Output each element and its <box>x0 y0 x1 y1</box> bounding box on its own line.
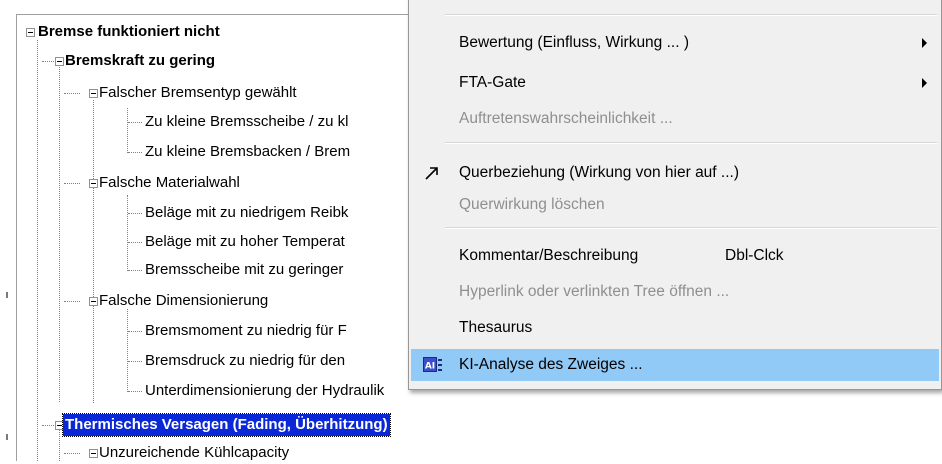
tree-node-label: Falscher Bremsentyp gewählt <box>99 84 297 101</box>
tree-node[interactable]: Bremskraft zu gering <box>63 50 217 72</box>
tree-connector <box>128 122 142 123</box>
tree-node[interactable]: Falscher Bremsentyp gewählt <box>97 82 299 104</box>
tree-connector <box>127 108 128 153</box>
tree-node-label: Bremsscheibe mit zu geringer <box>145 261 344 278</box>
diagonal-arrow-icon <box>425 167 438 180</box>
menu-item-label: Bewertung (Einfluss, Wirkung ... ) <box>459 34 689 51</box>
tree-connector <box>42 425 54 426</box>
tree-connector <box>42 61 54 62</box>
tree-node[interactable]: Bremsmoment zu niedrig für F <box>143 320 349 342</box>
tree-node-label: Bremse funktioniert nicht <box>38 23 220 40</box>
collapse-toggle-icon[interactable] <box>26 28 35 37</box>
menu-item-label: KI-Analyse des Zweiges ... <box>459 356 643 373</box>
tree-connector <box>127 309 128 392</box>
tree-connector <box>128 331 142 332</box>
menu-item-label: Hyperlink oder verlinkten Tree öffnen ..… <box>459 283 730 300</box>
tree-node-label: Bremsdruck zu niedrig für den <box>145 352 346 369</box>
tree-connector <box>64 93 80 94</box>
menu-item-kommentar[interactable]: Kommentar/Beschreibung Dbl-Clck <box>411 240 939 272</box>
tree-connector <box>128 213 142 214</box>
tree-node[interactable]: Zu kleine Bremsscheibe / zu kl <box>143 111 350 133</box>
tree-node-label: Beläge mit zu hoher Temperat <box>145 233 345 250</box>
tree-node[interactable]: Zu kleine Bremsbacken / Brem <box>143 141 352 163</box>
menu-separator <box>445 142 937 144</box>
tree-connector <box>59 430 60 461</box>
menu-item-hyperlink[interactable]: Hyperlink oder verlinkten Tree öffnen ..… <box>411 276 939 308</box>
menu-item-querwirkung-loeschen[interactable]: Querwirkung löschen <box>411 189 939 221</box>
tree-node-root[interactable]: Bremse funktioniert nicht <box>36 21 222 43</box>
tree-connector <box>59 64 60 402</box>
menu-item-shortcut: Dbl-Clck <box>725 247 784 264</box>
tree-node[interactable]: Unterdimensionierung der Hydraulik <box>143 380 386 402</box>
menu-item-auftretenswahrscheinlichkeit[interactable]: Auftretenswahrscheinlichkeit ... <box>411 103 939 135</box>
edge-mark <box>6 434 8 440</box>
menu-item-querbeziehung[interactable]: Querbeziehung (Wirkung von hier auf ...) <box>411 157 939 189</box>
ai-icon-text: AI <box>425 362 435 372</box>
tree-node-label: Beläge mit zu niedrigem Reibk <box>145 204 349 221</box>
tree-node-label: Zu kleine Bremsbacken / Brem <box>145 143 351 160</box>
edge-mark <box>6 292 8 298</box>
tree-node[interactable]: Falsche Materialwahl <box>97 172 242 194</box>
tree-node[interactable]: Bremsscheibe mit zu geringer <box>143 259 345 281</box>
menu-item-fta-gate[interactable]: FTA-Gate <box>411 67 939 99</box>
tree-node[interactable]: Bremsdruck zu niedrig für den <box>143 350 347 372</box>
menu-item-thesaurus[interactable]: Thesaurus <box>411 312 939 344</box>
tree-connector <box>64 453 80 454</box>
tree-connector <box>128 152 142 153</box>
ai-analysis-icon: AI <box>423 357 442 372</box>
tree-connector <box>128 361 142 362</box>
tree-connector <box>128 391 142 392</box>
menu-item-label: Querwirkung löschen <box>459 196 605 213</box>
submenu-arrow-icon <box>922 38 927 48</box>
tree-node-label: Unterdimensionierung der Hydraulik <box>145 382 385 399</box>
tree-node-label: Bremsmoment zu niedrig für F <box>145 322 347 339</box>
tree-node-label: Falsche Dimensionierung <box>99 292 269 309</box>
submenu-arrow-icon <box>922 78 927 88</box>
tree-connector <box>93 100 94 403</box>
tree-node-label: Zu kleine Bremsscheibe / zu kl <box>145 113 349 130</box>
menu-separator <box>445 227 937 229</box>
tree-node-label: Bremskraft zu gering <box>65 52 216 69</box>
menu-separator <box>445 14 937 16</box>
tree-node[interactable]: Falsche Dimensionierung <box>97 290 270 312</box>
tree-node-selected[interactable]: Thermisches Versagen (Fading, Überhitzun… <box>62 413 391 437</box>
tree-node-label: Falsche Materialwahl <box>99 174 240 191</box>
tree-connector <box>37 40 38 461</box>
menu-item-ki-analyse[interactable]: AI KI-Analyse des Zweiges ... <box>411 349 939 381</box>
tree-connector <box>64 301 80 302</box>
tree-node-label: Thermisches Versagen (Fading, Überhitzun… <box>62 413 391 437</box>
context-menu[interactable]: Bewertung (Einfluss, Wirkung ... ) FTA-G… <box>408 0 942 390</box>
menu-item-label: Auftretenswahrscheinlichkeit ... <box>459 110 673 127</box>
menu-item-label: Kommentar/Beschreibung <box>459 247 639 264</box>
menu-item-label: FTA-Gate <box>459 74 526 91</box>
menu-item-label: Querbeziehung (Wirkung von hier auf ...) <box>459 164 739 181</box>
menu-item-bewertung[interactable]: Bewertung (Einfluss, Wirkung ... ) <box>411 27 939 59</box>
tree-node[interactable]: Beläge mit zu hoher Temperat <box>143 231 347 253</box>
tree-connector <box>128 242 142 243</box>
tree-connector <box>64 183 80 184</box>
tree-connector <box>127 195 128 271</box>
tree-node[interactable]: Beläge mit zu niedrigem Reibk <box>143 202 350 224</box>
menu-item-label: Thesaurus <box>459 319 533 336</box>
tree-connector <box>128 270 142 271</box>
